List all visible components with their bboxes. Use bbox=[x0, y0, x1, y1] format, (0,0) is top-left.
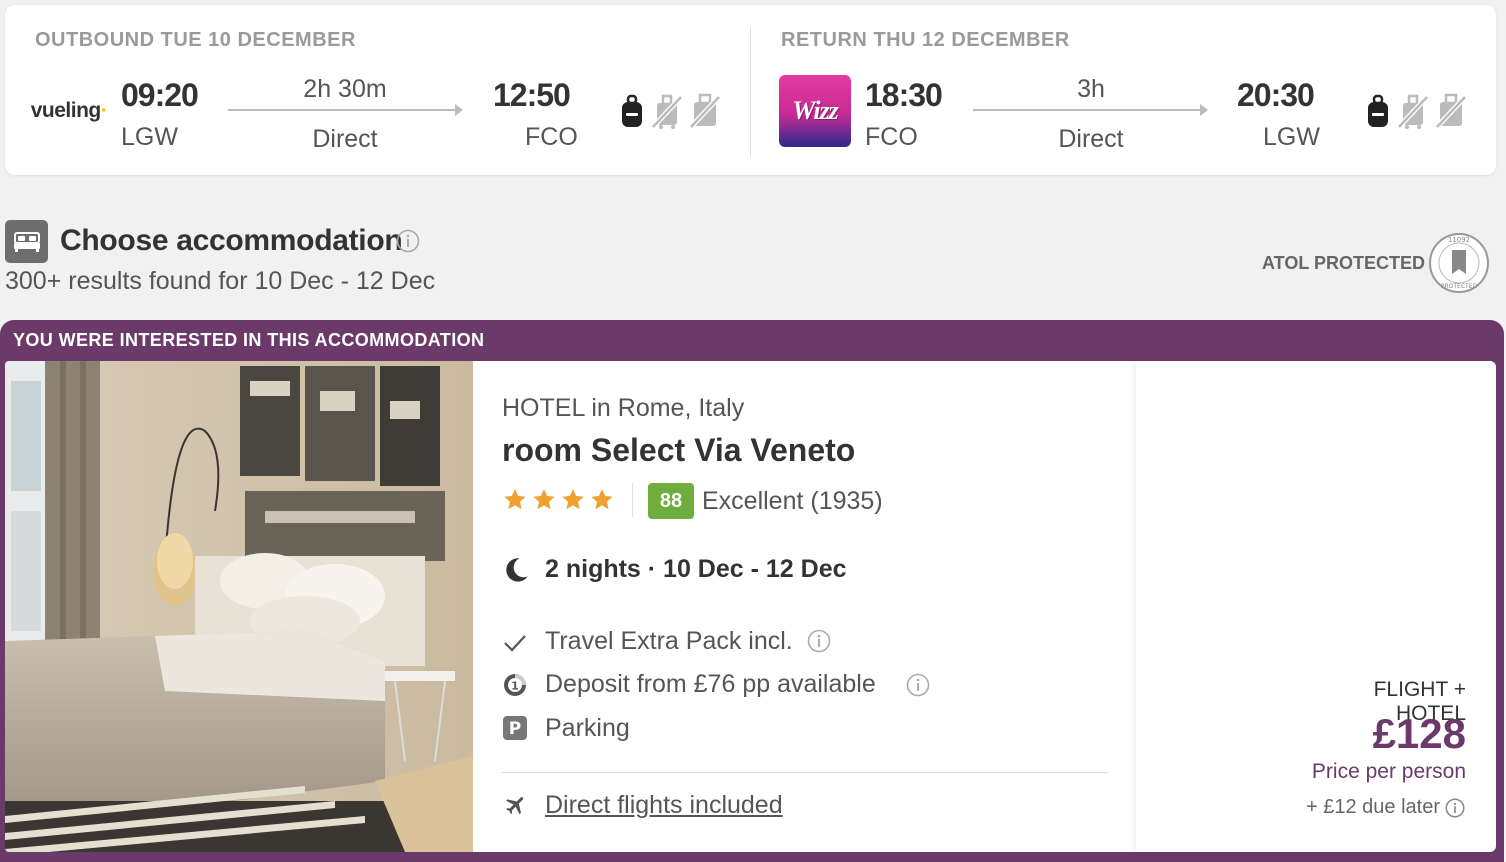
star-icon bbox=[504, 489, 526, 510]
feature-travel-extra-pack: Travel Extra Pack incl. bbox=[545, 627, 793, 655]
rating-divider bbox=[632, 483, 633, 517]
return-arrive-code: LGW bbox=[1263, 123, 1320, 151]
feature-deposit: Deposit from £76 pp available bbox=[545, 670, 876, 698]
no-cabin-bag-icon bbox=[651, 94, 683, 129]
return-title: RETURN THU 12 DECEMBER bbox=[781, 29, 1070, 51]
outbound-title: OUTBOUND TUE 10 DECEMBER bbox=[35, 29, 356, 51]
review-rating-text[interactable]: Excellent (1935) bbox=[702, 487, 883, 516]
results-count: 300+ results found for 10 Dec - 12 Dec bbox=[5, 267, 436, 295]
svg-text:11092: 11092 bbox=[1448, 236, 1470, 244]
outbound-depart-code: LGW bbox=[121, 123, 178, 151]
outbound-baggage[interactable] bbox=[619, 93, 721, 129]
wizz-logo: Wizz bbox=[779, 75, 851, 147]
svg-text:PROTECTED: PROTECTED bbox=[1441, 283, 1478, 290]
bed-icon bbox=[5, 220, 48, 263]
vueling-logo: vueling· bbox=[30, 99, 108, 122]
return-arrive-time: 20:30 bbox=[1237, 77, 1315, 113]
interest-banner: YOU WERE INTERESTED IN THIS ACCOMMODATIO… bbox=[13, 330, 485, 350]
hotel-star-rating bbox=[502, 487, 615, 513]
stay-nights-dates: 2 nights · 10 Dec - 12 Dec bbox=[545, 555, 847, 583]
info-icon[interactable] bbox=[807, 629, 831, 653]
moon-icon bbox=[506, 558, 528, 582]
info-icon[interactable] bbox=[906, 673, 930, 697]
price-per-person-label: Price per person bbox=[1311, 760, 1466, 783]
return-baggage[interactable] bbox=[1365, 93, 1467, 129]
return-depart-code: FCO bbox=[865, 123, 918, 151]
info-icon[interactable] bbox=[396, 229, 420, 253]
flight-summary-card: OUTBOUND TUE 10 DECEMBER vueling· 09:20 … bbox=[5, 5, 1496, 175]
review-score-badge: 88 bbox=[648, 483, 694, 519]
page-title: Choose accommodation bbox=[60, 224, 403, 257]
return-route-arrow bbox=[973, 104, 1208, 116]
return-leg: RETURN THU 12 DECEMBER Wizz 18:30 FCO 3h… bbox=[751, 5, 1496, 175]
hotel-photo[interactable] bbox=[5, 361, 473, 852]
divider bbox=[502, 772, 1108, 773]
outbound-leg: OUTBOUND TUE 10 DECEMBER vueling· 09:20 … bbox=[5, 5, 750, 175]
deposit-icon: 1 bbox=[504, 674, 526, 696]
hotel-type-location: HOTEL in Rome, Italy bbox=[502, 394, 745, 422]
price-amount: £128 bbox=[1372, 710, 1466, 757]
atol-label: ATOL PROTECTED bbox=[1262, 253, 1426, 273]
feature-parking: Parking bbox=[545, 714, 630, 742]
parking-icon: P bbox=[503, 716, 527, 740]
outbound-duration: 2h 30m bbox=[303, 75, 387, 103]
hotel-name[interactable]: room Select Via Veneto bbox=[502, 432, 855, 469]
direct-flights-link[interactable]: Direct flights included bbox=[545, 791, 783, 820]
outbound-arrive-time: 12:50 bbox=[493, 77, 571, 113]
star-icon bbox=[562, 489, 584, 510]
no-checked-bag-icon bbox=[689, 93, 721, 129]
outbound-route-arrow bbox=[228, 104, 463, 116]
no-cabin-bag-icon bbox=[1397, 94, 1429, 129]
due-later-text: + £12 due later bbox=[1306, 796, 1440, 818]
no-checked-bag-icon bbox=[1435, 93, 1467, 129]
star-icon bbox=[591, 489, 613, 510]
outbound-stops: Direct bbox=[312, 125, 378, 153]
star-icon bbox=[533, 489, 555, 510]
svg-text:P: P bbox=[509, 719, 521, 739]
return-stops: Direct bbox=[1058, 125, 1124, 153]
return-depart-time: 18:30 bbox=[865, 77, 943, 113]
check-icon bbox=[504, 635, 526, 652]
backpack-icon bbox=[622, 94, 642, 127]
backpack-icon bbox=[1368, 94, 1388, 127]
plane-icon bbox=[506, 797, 524, 815]
svg-text:1: 1 bbox=[511, 680, 519, 693]
outbound-arrive-code: FCO bbox=[525, 123, 578, 151]
outbound-depart-time: 09:20 bbox=[121, 77, 199, 113]
return-duration: 3h bbox=[1077, 75, 1105, 103]
atol-seal-icon: 11092 PROTECTED bbox=[1429, 233, 1489, 293]
info-icon[interactable] bbox=[1445, 798, 1465, 818]
